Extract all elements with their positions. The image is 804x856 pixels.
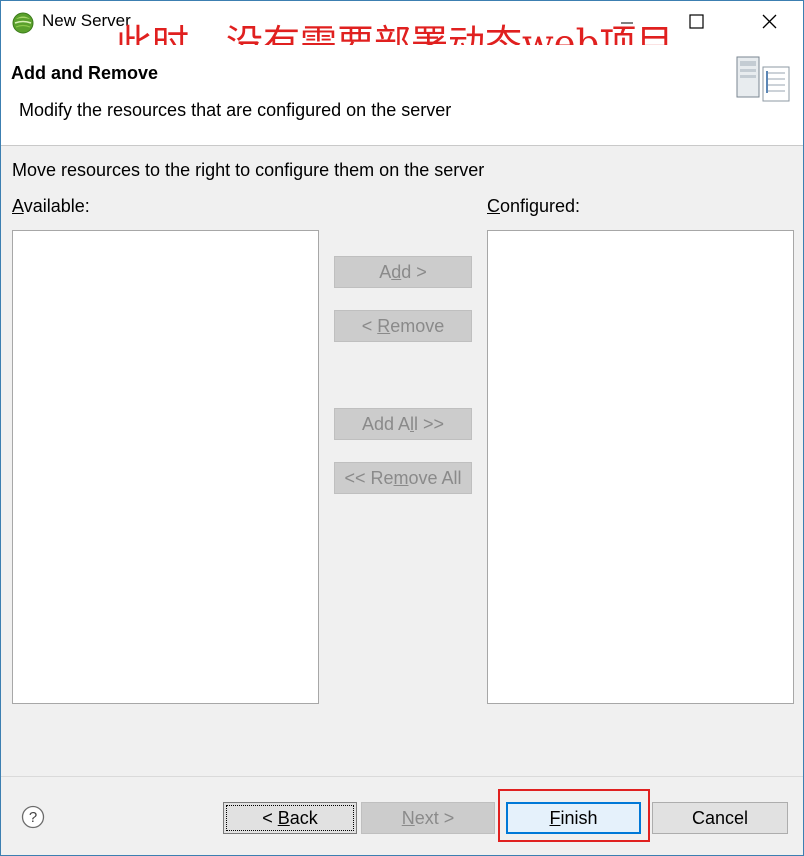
cancel-button[interactable]: Cancel (652, 802, 788, 834)
available-label: Available: (12, 196, 90, 216)
server-icon (736, 56, 790, 102)
help-icon[interactable]: ? (21, 805, 45, 829)
finish-button[interactable]: Finish (506, 802, 641, 834)
configured-label: Configured: (487, 196, 581, 216)
remove-all-button[interactable]: << Remove All (334, 462, 472, 494)
close-button[interactable] (746, 1, 792, 45)
instruction-text: Move resources to the right to configure… (12, 160, 485, 180)
next-button[interactable]: Next > (361, 802, 495, 834)
eclipse-icon (12, 12, 34, 34)
back-button[interactable]: < Back (223, 802, 357, 834)
add-all-button[interactable]: Add All >> (334, 408, 472, 440)
footer-separator (1, 776, 803, 777)
page-description: Modify the resources that are configured… (19, 100, 452, 120)
maximize-button[interactable] (673, 1, 719, 45)
add-button[interactable]: Add > (334, 256, 472, 288)
configured-list[interactable] (487, 230, 794, 704)
available-list[interactable] (12, 230, 319, 704)
wizard-header: Add and Remove Modify the resources that… (1, 45, 803, 146)
close-icon (762, 14, 777, 29)
page-title: Add and Remove (11, 63, 159, 83)
maximize-icon (689, 14, 704, 29)
new-server-dialog: New Server 此时，没有需要部署动态web项目 Add and Remo… (0, 0, 804, 856)
remove-button[interactable]: < Remove (334, 310, 472, 342)
svg-text:?: ? (29, 809, 37, 826)
